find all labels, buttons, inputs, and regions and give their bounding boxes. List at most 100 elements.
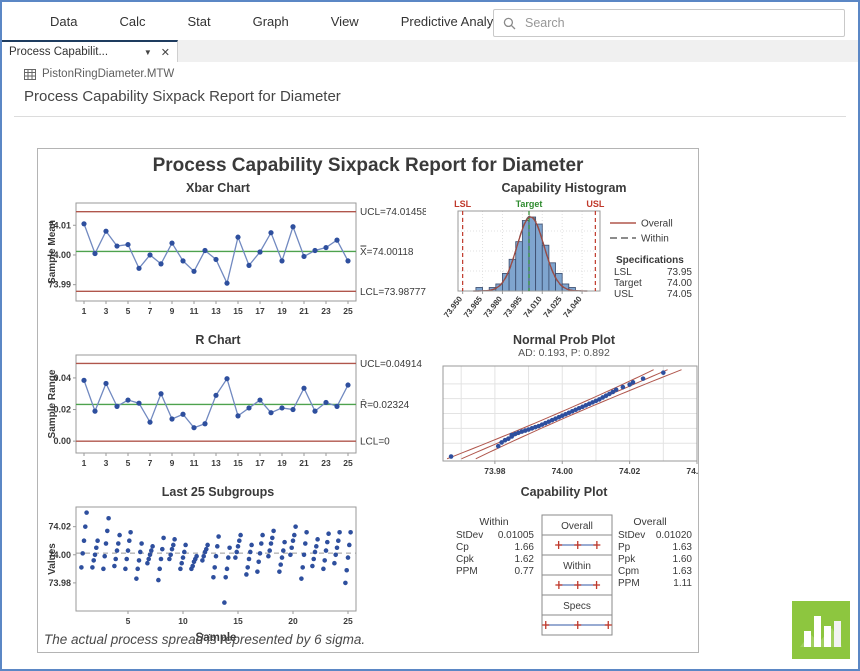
svg-text:73.995: 73.995 — [502, 294, 524, 319]
svg-text:Target: Target — [614, 278, 642, 289]
svg-text:LCL=0: LCL=0 — [360, 437, 390, 448]
svg-text:StDev: StDev — [618, 530, 645, 541]
svg-text:15: 15 — [233, 616, 243, 626]
worksheet-row[interactable]: PistonRingDiameter.MTW — [24, 68, 174, 80]
svg-text:0.01020: 0.01020 — [656, 530, 693, 541]
svg-text:Overall: Overall — [561, 521, 593, 532]
svg-text:Within: Within — [641, 234, 669, 245]
search-box[interactable] — [493, 9, 845, 37]
svg-text:3: 3 — [104, 306, 109, 316]
svg-text:17: 17 — [255, 458, 265, 468]
graph-tool-icon[interactable] — [792, 601, 850, 659]
capability-plot-plot: OverallWithinSpecsWithinStDev0.01005Cp1.… — [430, 501, 698, 647]
chevron-down-icon[interactable]: ▼ — [144, 48, 152, 57]
sixpack-report-figure[interactable]: Process Capability Sixpack Report for Di… — [37, 148, 699, 653]
svg-text:LCL=73.98777: LCL=73.98777 — [360, 287, 426, 298]
tab-process-capability[interactable]: Process Capabilit... ▼ ✕ — [2, 40, 178, 62]
svg-text:Specs: Specs — [563, 601, 591, 612]
normal-prob-plot: Normal Prob Plot AD: 0.193, P: 0.892 73.… — [430, 333, 698, 485]
svg-text:5: 5 — [126, 458, 131, 468]
svg-text:11: 11 — [190, 306, 199, 316]
svg-text:21: 21 — [299, 458, 309, 468]
svg-text:25: 25 — [343, 306, 353, 316]
svg-text:21: 21 — [299, 306, 309, 316]
svg-text:LSL: LSL — [614, 267, 632, 278]
svg-text:1: 1 — [82, 306, 87, 316]
svg-text:3: 3 — [104, 458, 109, 468]
prob-plot-plot: 73.9874.0074.0274.04 — [430, 360, 698, 482]
search-input[interactable] — [523, 15, 844, 31]
svg-text:Values: Values — [47, 543, 58, 575]
svg-text:73.980: 73.980 — [482, 294, 504, 319]
svg-text:73.98: 73.98 — [48, 578, 71, 588]
histogram-title: Capability Histogram — [430, 181, 698, 197]
menu-item-data[interactable]: Data — [50, 14, 77, 29]
svg-text:PPM: PPM — [456, 566, 478, 577]
svg-text:74.04: 74.04 — [686, 466, 698, 476]
capability-plot-title: Capability Plot — [430, 485, 698, 501]
svg-text:1.60: 1.60 — [673, 554, 693, 565]
svg-text:5: 5 — [126, 306, 131, 316]
svg-text:Overall: Overall — [633, 516, 666, 528]
svg-text:Cpk: Cpk — [456, 554, 475, 565]
close-icon[interactable]: ✕ — [161, 46, 170, 59]
svg-text:19: 19 — [277, 458, 287, 468]
svg-text:Specifications: Specifications — [616, 255, 684, 266]
svg-text:0.77: 0.77 — [515, 566, 535, 577]
xbar-chart-title: Xbar Chart — [46, 181, 390, 197]
tab-bar: Process Capabilit... ▼ ✕ — [2, 40, 858, 62]
menu-item-calc[interactable]: Calc — [119, 14, 145, 29]
svg-text:StDev: StDev — [456, 530, 483, 541]
last25-plot: 73.9874.0074.02510152025SampleValues — [46, 501, 426, 647]
svg-text:9: 9 — [170, 306, 175, 316]
r-chart-plot: 0.000.020.04135791113151719212325UCL=0.0… — [46, 349, 426, 483]
svg-text:Cpm: Cpm — [618, 566, 639, 577]
svg-text:USL: USL — [614, 289, 634, 300]
tab-label: Process Capabilit... — [9, 46, 136, 58]
menu-item-stat[interactable]: Stat — [187, 14, 210, 29]
r-chart-title: R Chart — [46, 333, 390, 349]
svg-text:Overall: Overall — [641, 219, 673, 230]
svg-text:15: 15 — [233, 458, 243, 468]
svg-text:23: 23 — [321, 306, 331, 316]
svg-text:USL: USL — [586, 199, 605, 209]
svg-text:1.62: 1.62 — [515, 554, 535, 565]
capability-histogram: Capability Histogram LSLTargetUSL73.9507… — [430, 181, 698, 353]
svg-text:17: 17 — [255, 306, 265, 316]
svg-text:74.00: 74.00 — [552, 466, 574, 476]
menu-item-view[interactable]: View — [331, 14, 359, 29]
xbar-chart: Xbar Chart 73.9974.0074.0113579111315171… — [46, 181, 426, 333]
svg-text:20: 20 — [288, 616, 298, 626]
svg-text:74.00: 74.00 — [667, 278, 692, 289]
svg-text:9: 9 — [170, 458, 175, 468]
svg-text:74.025: 74.025 — [542, 294, 564, 319]
footnote: The actual process spread is represented… — [44, 632, 365, 647]
search-icon — [503, 17, 516, 30]
menu-bar: Data Calc Stat Graph View Predictive Ana… — [2, 2, 488, 40]
histogram-plot: LSLTargetUSL73.95073.96573.98073.99574.0… — [430, 197, 698, 353]
svg-text:25: 25 — [343, 616, 353, 626]
svg-text:74.02: 74.02 — [48, 522, 71, 532]
last25-subgroups-chart: Last 25 Subgroups 73.9874.0074.025101520… — [46, 485, 426, 647]
svg-text:LSL: LSL — [454, 199, 472, 209]
svg-text:13: 13 — [211, 458, 221, 468]
svg-text:15: 15 — [233, 306, 243, 316]
svg-text:73.965: 73.965 — [462, 294, 484, 319]
svg-text:10: 10 — [178, 616, 188, 626]
svg-text:1: 1 — [82, 458, 87, 468]
svg-text:Sample Mean: Sample Mean — [47, 220, 58, 284]
r-chart: R Chart 0.000.020.0413579111315171921232… — [46, 333, 426, 485]
svg-text:74.040: 74.040 — [562, 294, 584, 319]
svg-text:X̿=74.00118: X̿=74.00118 — [360, 245, 414, 258]
svg-text:73.950: 73.950 — [442, 294, 464, 319]
svg-text:UCL=0.04914: UCL=0.04914 — [360, 359, 422, 370]
prob-plot-subtitle: AD: 0.193, P: 0.892 — [430, 347, 698, 360]
svg-text:11: 11 — [190, 458, 199, 468]
worksheet-name: PistonRingDiameter.MTW — [42, 68, 174, 80]
svg-text:74.02: 74.02 — [619, 466, 641, 476]
capability-plot: Capability Plot OverallWithinSpecsWithin… — [430, 485, 698, 647]
svg-text:Ppk: Ppk — [618, 554, 636, 565]
svg-text:R̄=0.02324: R̄=0.02324 — [360, 398, 410, 411]
menu-item-graph[interactable]: Graph — [253, 14, 289, 29]
svg-text:74.010: 74.010 — [522, 294, 544, 319]
